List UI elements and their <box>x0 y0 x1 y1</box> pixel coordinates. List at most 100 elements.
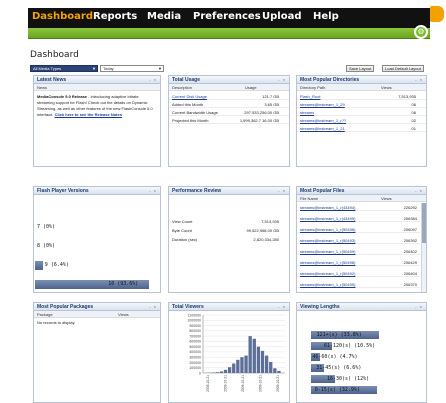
usage-value: 121.7 GB <box>262 94 279 99</box>
panel-title: Latest News <box>37 77 67 83</box>
period-select[interactable]: Today ▼ <box>100 65 164 72</box>
view-count: 206392 <box>403 238 417 243</box>
column-header[interactable]: Views <box>381 196 392 201</box>
table-row: streams@instream_1_29 06 <box>297 100 426 108</box>
table-row: streams@instream_1_r?? 02 <box>297 116 426 124</box>
usage-value: 1,999,362.7 16.00 GB <box>239 118 279 123</box>
bar-label: 121+(s) (33.8%) <box>316 332 362 338</box>
viewer-bar <box>252 338 256 373</box>
nav-preferences[interactable]: Preferences <box>193 11 261 22</box>
table-row: streams@instream_1_r(50498) 206429 <box>297 258 420 266</box>
nav-help[interactable]: Help <box>313 11 339 22</box>
table-row: Projected this Month 1,999,362.7 16.00 G… <box>169 116 289 124</box>
panel-controls[interactable]: - × <box>278 188 286 193</box>
viewer-bar <box>269 361 273 373</box>
popular-packages-panel: Most Popular Packages - × Package Views … <box>33 302 161 403</box>
table-row: streams 06 <box>297 108 426 116</box>
release-notes-link[interactable]: Click here to see the Release Notes <box>55 112 122 117</box>
news-header: News <box>37 85 48 90</box>
bar-label: 10 (93.6%) <box>108 281 139 287</box>
scrollbar-thumb[interactable] <box>422 203 426 243</box>
performance-row: View Count 7,513,935 <box>169 217 289 225</box>
file-link[interactable]: streams@instream_1_r(50492) <box>300 271 355 276</box>
file-link[interactable]: streams@instream_1_r(43494) <box>300 205 355 210</box>
settings-gear-icon[interactable]: ⚙ <box>414 25 428 39</box>
file-link[interactable]: streams@instream_1_r(50493) <box>300 238 355 243</box>
viewer-bar <box>256 346 261 373</box>
directory-link[interactable]: streams <box>300 110 314 115</box>
metric-label: Byte Count <box>172 228 192 233</box>
file-link[interactable]: streams@instream_1_r(50495) <box>300 282 355 287</box>
file-link[interactable]: streams@instream_1_r(50496) <box>300 227 355 232</box>
panel-controls[interactable]: - × <box>149 188 157 193</box>
bar-label: 9 (6.4%) <box>44 262 69 268</box>
file-link[interactable]: streams@instream_1_r(50499) <box>300 249 355 254</box>
media-type-select[interactable]: All Media Types ▼ <box>30 65 98 72</box>
panel-controls[interactable]: - × <box>149 77 157 82</box>
directory-link[interactable]: streams@instream_1_21 <box>300 126 345 131</box>
flash-player-versions-panel: Flash Player Versions - × 7 (0%) 8 (0%) 9 … <box>33 186 161 293</box>
directory-link[interactable]: streams@instream_1_29 <box>300 102 345 107</box>
bar-label: 31-45(s) (6.6%) <box>316 365 362 371</box>
panel-header: Total Usage - × <box>169 76 289 84</box>
panel-controls[interactable]: - × <box>149 304 157 309</box>
media-type-value: All Media Types <box>33 66 62 71</box>
performance-review-panel: Performance Review - × View Count 7,513,… <box>168 186 290 293</box>
panel-controls[interactable]: - × <box>278 304 286 309</box>
nav-dashboard[interactable]: Dashboard <box>32 11 93 22</box>
column-header[interactable]: Views <box>118 312 129 317</box>
performance-row: Byte Count 99,522,968.00 GB <box>169 226 289 234</box>
panel-title: Most Popular Packages <box>37 304 94 310</box>
bar-label: 46-60(s) (4.7%) <box>312 354 358 360</box>
news-item: MediaConsole 5.0 Release - introducing a… <box>37 94 157 118</box>
column-header: Usage <box>245 85 257 90</box>
load-default-layout-button[interactable]: Load Default Layout <box>382 65 424 72</box>
file-link[interactable]: streams@instream_1_r(43495) <box>300 216 355 221</box>
directory-link[interactable]: Flash_Root <box>300 94 320 99</box>
panel-controls[interactable]: - × <box>415 77 423 82</box>
view-count: 226292 <box>403 205 417 210</box>
viewer-bar <box>223 369 228 373</box>
view-count: 206404 <box>403 271 417 276</box>
table-row: streams@instream_1_r(43495) 206384 <box>297 214 420 222</box>
table-row: streams@instream_1_r(50492) 206404 <box>297 269 420 277</box>
table-header: Description Usage <box>169 84 289 91</box>
viewer-bar <box>273 368 277 373</box>
column-header: Description <box>172 85 193 90</box>
usage-description[interactable]: Current Disk Usage <box>172 94 207 99</box>
x-tick-label: 2009-10-21 <box>259 375 263 392</box>
column-header: Directory Path <box>300 85 326 90</box>
usage-value: 3.65 GB <box>264 102 279 107</box>
subnav-bar <box>28 28 430 39</box>
usage-description: Added this Month <box>172 102 204 107</box>
panel-title: Total Viewers <box>172 304 204 310</box>
total-viewers-chart: 1100000100000090000080000070000060000050… <box>187 313 285 392</box>
total-usage-panel: Total Usage - × Description Usage Curren… <box>168 75 290 167</box>
table-row: streams@instream_1_r(50493) 206392 <box>297 236 420 244</box>
panel-controls[interactable]: - × <box>415 304 423 309</box>
viewing-lengths-panel: Viewing Lengths - × 121+(s) (33.8%) 61-12… <box>296 302 427 403</box>
directory-link[interactable]: streams@instream_1_r?? <box>300 118 346 123</box>
usage-description: Projected this Month <box>172 118 209 123</box>
viewer-bar <box>240 357 244 373</box>
panel-controls[interactable]: - × <box>278 77 286 82</box>
column-header[interactable]: Views <box>381 85 392 90</box>
app-logo-icon <box>430 6 444 22</box>
y-tick-label: 1100000 <box>188 313 201 317</box>
panel-controls[interactable]: - × <box>415 188 423 193</box>
view-count: 206370 <box>403 282 417 287</box>
nav-media[interactable]: Media <box>147 11 181 22</box>
view-count: 02 <box>411 118 416 123</box>
metric-value: 99,522,968.00 GB <box>246 228 279 233</box>
x-tick-label: 2009-10-21 <box>276 375 280 392</box>
nav-reports[interactable]: Reports <box>93 11 137 22</box>
file-link[interactable]: streams@instream_1_r(50498) <box>300 260 355 265</box>
save-layout-button[interactable]: Save Layout <box>346 65 375 72</box>
nav-upload[interactable]: Upload <box>262 11 301 22</box>
table-header: File Name Views <box>297 195 426 202</box>
bar-label: 61-120(s) (10.5%) <box>324 343 376 349</box>
panel-title: Flash Player Versions <box>37 188 89 194</box>
files-scrollbar[interactable] <box>421 203 426 292</box>
page-title: Dashboard <box>30 50 79 60</box>
panel-title: Most Popular Files <box>300 188 345 194</box>
